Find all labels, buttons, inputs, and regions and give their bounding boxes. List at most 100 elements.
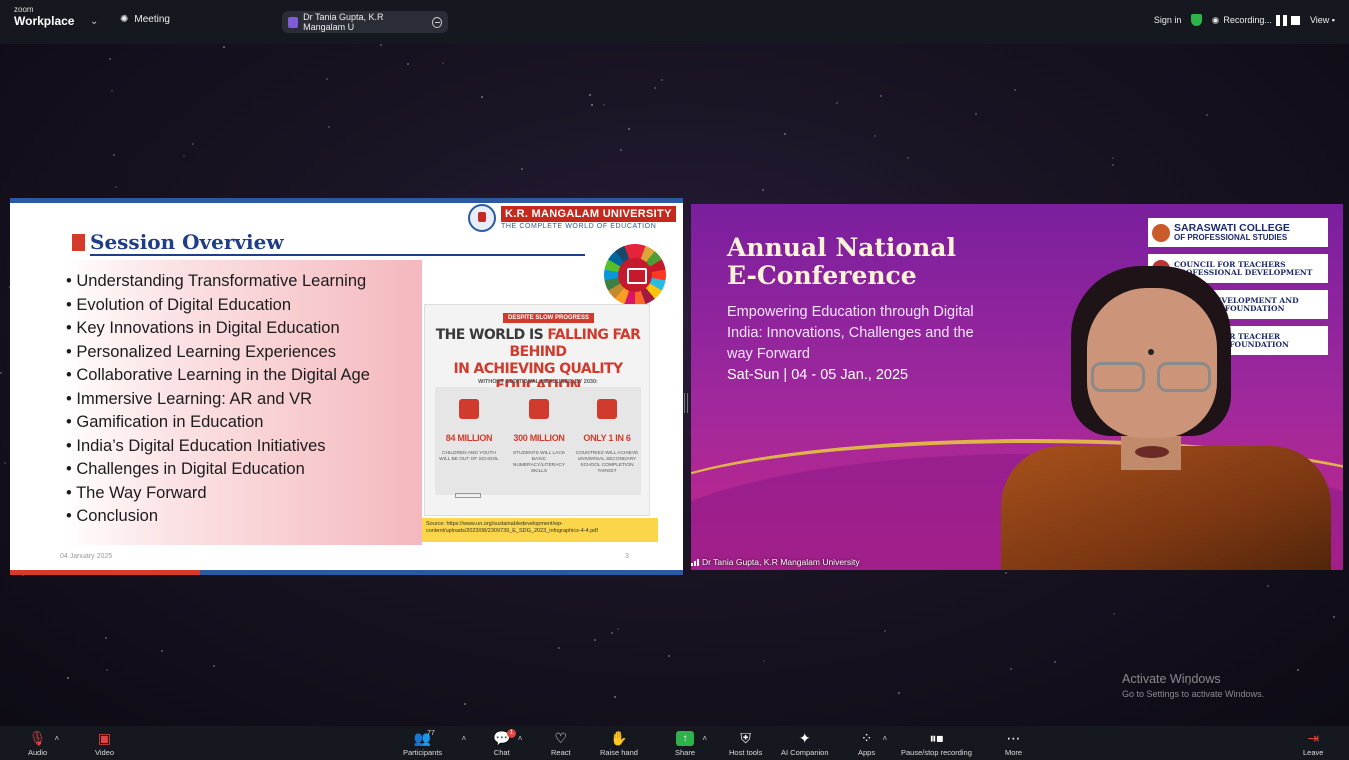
chevron-up-icon[interactable]: ˄ — [882, 734, 887, 743]
stat-column: ONLY 1 IN 6 COUNTRIES WILL ACHIEVE UNIVE… — [575, 399, 639, 475]
participant-pill[interactable]: Dr Tania Gupta, K.R Mangalam U — [282, 11, 448, 33]
star — [589, 94, 591, 96]
apps-label: Apps — [858, 748, 876, 757]
sdg-wheel-icon — [604, 244, 666, 306]
react-label: React — [551, 748, 571, 757]
share-screen-icon: ↑ — [676, 731, 694, 746]
slide-top-stripe — [10, 198, 683, 203]
more-dots-icon: ⋯ — [1006, 730, 1021, 746]
title-marker — [72, 234, 85, 251]
security-shield-icon[interactable] — [1191, 14, 1203, 26]
star — [874, 135, 876, 137]
star — [1267, 585, 1269, 587]
bullet-item: Gamification in Education — [66, 411, 370, 435]
zoom-workplace-menu[interactable]: zoom Workplace — [14, 6, 75, 28]
host-tools-button[interactable]: ⛨ Host tools — [729, 728, 762, 757]
chevron-down-icon[interactable]: ⌄ — [90, 16, 98, 27]
star — [1005, 572, 1007, 574]
star — [884, 630, 886, 632]
meeting-icon: ✺ — [120, 14, 129, 25]
partner-logo-text: SARASWATI COLLEGE OF PROFESSIONAL STUDIES — [1174, 222, 1290, 243]
avatar-icon — [288, 16, 299, 28]
audio-label: Audio — [28, 748, 48, 757]
star — [192, 143, 194, 145]
more-button[interactable]: ⋯ More — [1005, 728, 1022, 757]
speaker-video-tile[interactable]: Annual National E-Conference Empowering … — [691, 204, 1343, 570]
minimize-icon[interactable] — [431, 16, 442, 28]
star — [594, 639, 596, 641]
star — [975, 113, 977, 115]
slide-bottom-stripe-red — [10, 570, 200, 575]
partner-logo: SARASWATI COLLEGE OF PROFESSIONAL STUDIES — [1148, 218, 1328, 247]
top-bar: zoom Workplace ⌄ ✺ Meeting Dr Tania Gupt… — [0, 0, 1349, 44]
star — [880, 95, 882, 97]
pause-stop-recording-button[interactable]: ⏸⏹ Pause/stop recording — [901, 728, 972, 757]
view-label: View — [1309, 15, 1330, 25]
raise-hand-button[interactable]: ✋ Raise hand — [600, 728, 638, 757]
sdg-infographic: DESPITE SLOW PROGRESS THE WORLD IS FALLI… — [424, 304, 650, 516]
share-label: Share — [675, 748, 696, 757]
star — [328, 126, 330, 128]
star — [223, 46, 225, 48]
chat-button[interactable]: 💬 1 ˄ Chat — [493, 728, 522, 757]
star — [614, 696, 616, 698]
star — [603, 104, 605, 106]
star — [784, 133, 786, 135]
chevron-up-icon[interactable]: ˄ — [462, 734, 467, 743]
sign-in-link[interactable]: Sign in — [1154, 15, 1182, 25]
slide-bottom-stripe-blue — [200, 570, 683, 575]
chat-badge: 1 — [507, 729, 516, 738]
ai-companion-label: AI Companion — [781, 748, 829, 757]
audio-button[interactable]: 🎙 ˄ Audio — [28, 728, 59, 757]
infographic-footer-mark — [455, 493, 481, 498]
university-name: K.R. MANGALAM UNIVERSITY — [501, 206, 676, 222]
participants-count: 77 — [427, 730, 435, 737]
apps-button[interactable]: ⁘ ˄ Apps — [858, 728, 887, 757]
star — [611, 632, 613, 634]
star — [407, 63, 409, 65]
conference-subtitle: Empowering Education through Digital Ind… — [727, 304, 974, 362]
source-note: Source: https://www.un.org/sustainablede… — [422, 518, 658, 542]
watermark-subtitle: Go to Settings to activate Windows. — [1122, 689, 1265, 699]
participants-button[interactable]: 👥 77 ˄ Participants — [403, 728, 466, 757]
share-button[interactable]: ↑ ˄ Share — [675, 728, 707, 757]
star — [1014, 89, 1016, 91]
star — [464, 703, 466, 705]
star — [521, 168, 523, 170]
stat-description: STUDENTS WILL LACK BASIC NUMERACY/LITERA… — [512, 451, 566, 474]
star — [105, 637, 107, 639]
speaker-name: Dr Tania Gupta, K.R Mangalam University — [702, 557, 860, 567]
chevron-up-icon[interactable]: ˄ — [518, 734, 523, 743]
shared-slide: Session Overview K.R. MANGALAM UNIVERSIT… — [10, 198, 683, 575]
star — [113, 154, 115, 156]
recording-label: Recording... — [1223, 15, 1272, 25]
bindi — [1148, 349, 1154, 355]
brand-name: Workplace — [14, 14, 75, 28]
signal-bars-icon — [691, 558, 699, 566]
pause-recording-icon[interactable] — [1275, 14, 1287, 26]
star — [1297, 669, 1299, 671]
conference-title-line1: Annual National — [727, 233, 956, 262]
chevron-up-icon[interactable]: ˄ — [55, 734, 60, 743]
star — [161, 650, 163, 652]
ai-companion-button[interactable]: ✦ AI Companion — [781, 728, 829, 757]
leave-button[interactable]: ⇥ Leave — [1303, 728, 1323, 757]
apps-icon: ⁘ — [860, 730, 873, 746]
chevron-up-icon[interactable]: ˄ — [702, 734, 707, 743]
resize-handle[interactable] — [684, 393, 688, 413]
video-button[interactable]: ▣ Video — [95, 728, 114, 757]
slide-page-number: 3 — [625, 553, 629, 560]
stop-recording-icon[interactable] — [1290, 15, 1300, 25]
book-icon — [529, 399, 549, 419]
hand-icon: ✋ — [610, 730, 628, 746]
star — [591, 104, 593, 106]
glasses-left — [1091, 362, 1145, 392]
star — [762, 189, 764, 191]
shield-icon: ⛨ — [740, 730, 751, 746]
view-button[interactable]: View ▪ — [1310, 15, 1335, 25]
slide-date: 04 January 2025 — [60, 553, 113, 560]
react-button[interactable]: ♡ React — [551, 728, 571, 757]
star — [620, 149, 622, 151]
stat-value: 300 MILLION — [513, 433, 565, 443]
meeting-menu[interactable]: ✺ Meeting — [120, 14, 170, 25]
